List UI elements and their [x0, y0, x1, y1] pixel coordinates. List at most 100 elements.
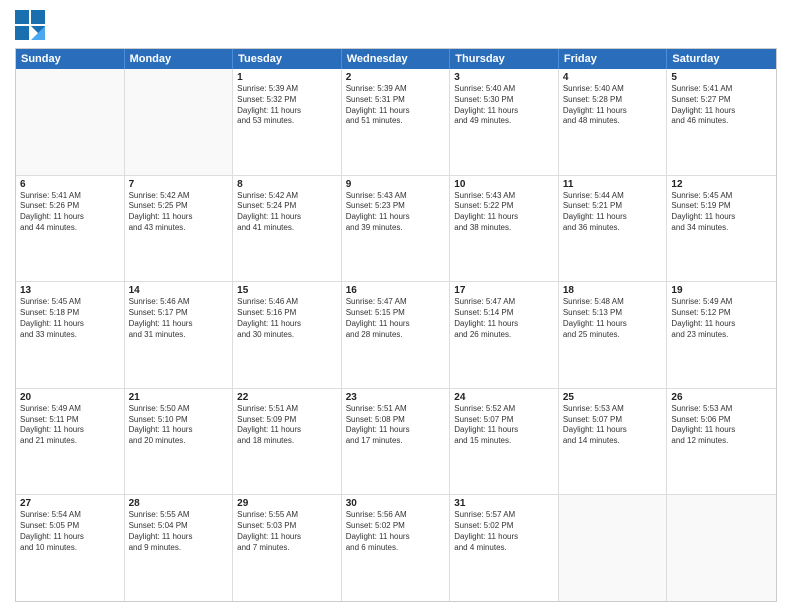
day-number: 20 — [20, 392, 120, 403]
cell-line: Daylight: 11 hours — [563, 106, 663, 117]
cell-line: and 23 minutes. — [671, 330, 772, 341]
cell-line: Daylight: 11 hours — [237, 212, 337, 223]
cell-line: Sunrise: 5:44 AM — [563, 191, 663, 202]
cell-line: Sunrise: 5:50 AM — [129, 404, 229, 415]
table-cell — [125, 69, 234, 175]
day-number: 15 — [237, 285, 337, 296]
cell-line: Daylight: 11 hours — [20, 319, 120, 330]
cell-line: Daylight: 11 hours — [454, 425, 554, 436]
cell-line: Sunset: 5:18 PM — [20, 308, 120, 319]
cell-line: and 36 minutes. — [563, 223, 663, 234]
table-cell: 31Sunrise: 5:57 AMSunset: 5:02 PMDayligh… — [450, 495, 559, 601]
table-cell: 27Sunrise: 5:54 AMSunset: 5:05 PMDayligh… — [16, 495, 125, 601]
cell-line: Sunset: 5:03 PM — [237, 521, 337, 532]
logo — [15, 10, 51, 42]
cell-line: and 14 minutes. — [563, 436, 663, 447]
cell-line: and 7 minutes. — [237, 543, 337, 554]
table-cell: 21Sunrise: 5:50 AMSunset: 5:10 PMDayligh… — [125, 389, 234, 495]
table-cell: 10Sunrise: 5:43 AMSunset: 5:22 PMDayligh… — [450, 176, 559, 282]
day-number: 9 — [346, 179, 446, 190]
cell-line: and 25 minutes. — [563, 330, 663, 341]
day-number: 13 — [20, 285, 120, 296]
cell-line: and 41 minutes. — [237, 223, 337, 234]
table-cell: 22Sunrise: 5:51 AMSunset: 5:09 PMDayligh… — [233, 389, 342, 495]
cell-line: Sunset: 5:13 PM — [563, 308, 663, 319]
day-number: 29 — [237, 498, 337, 509]
cell-line: and 39 minutes. — [346, 223, 446, 234]
table-row: 20Sunrise: 5:49 AMSunset: 5:11 PM Dayligh… — [16, 389, 776, 496]
cell-line: Sunrise: 5:52 AM — [454, 404, 554, 415]
cell-line: Sunrise: 5:51 AM — [346, 404, 446, 415]
cell-line: Daylight: 11 hours — [563, 319, 663, 330]
day-number: 26 — [671, 392, 772, 403]
cell-line: and 48 minutes. — [563, 116, 663, 127]
table-cell: 3Sunrise: 5:40 AMSunset: 5:30 PMDaylight… — [450, 69, 559, 175]
table-row: 6Sunrise: 5:41 AMSunset: 5:26 PMDaylight… — [16, 176, 776, 283]
cell-line: Sunrise: 5:40 AM — [454, 84, 554, 95]
cell-line: Sunrise: 5:56 AM — [346, 510, 446, 521]
cell-line: Sunset: 5:24 PM — [237, 201, 337, 212]
cell-line: Daylight: 11 hours — [671, 425, 772, 436]
cell-line: Sunset: 5:30 PM — [454, 95, 554, 106]
cell-line: and 51 minutes. — [346, 116, 446, 127]
day-number: 12 — [671, 179, 772, 190]
day-number: 24 — [454, 392, 554, 403]
cell-line: and 17 minutes. — [346, 436, 446, 447]
cell-line: Daylight: 11 hours — [237, 532, 337, 543]
cell-line: Daylight: 11 hours — [454, 106, 554, 117]
cell-line: and 44 minutes. — [20, 223, 120, 234]
cell-line: Sunrise: 5:46 AM — [237, 297, 337, 308]
table-cell — [16, 69, 125, 175]
cell-line: Daylight: 11 hours — [671, 212, 772, 223]
cell-line: Sunset: 5:07 PM — [454, 415, 554, 426]
cell-line: and 28 minutes. — [346, 330, 446, 341]
calendar-body: 1Sunrise: 5:39 AMSunset: 5:32 PMDaylight… — [16, 69, 776, 601]
page: SundayMondayTuesdayWednesdayThursdayFrid… — [0, 0, 792, 612]
cell-line: Sunrise: 5:51 AM — [237, 404, 337, 415]
cell-line: Sunset: 5:14 PM — [454, 308, 554, 319]
table-cell: 4Sunrise: 5:40 AMSunset: 5:28 PMDaylight… — [559, 69, 668, 175]
cell-line: Sunrise: 5:55 AM — [237, 510, 337, 521]
cell-line: and 53 minutes. — [237, 116, 337, 127]
day-number: 10 — [454, 179, 554, 190]
cell-line: Daylight: 11 hours — [237, 425, 337, 436]
cell-line: Sunset: 5:23 PM — [346, 201, 446, 212]
cell-line: and 6 minutes. — [346, 543, 446, 554]
day-number: 30 — [346, 498, 446, 509]
cell-line: Daylight: 11 hours — [20, 532, 120, 543]
header — [15, 10, 777, 42]
cell-line: Sunset: 5:11 PM — [20, 415, 120, 426]
day-number: 6 — [20, 179, 120, 190]
cell-line: Daylight: 11 hours — [237, 106, 337, 117]
calendar-header-cell: Wednesday — [342, 49, 451, 69]
cell-line: Sunset: 5:25 PM — [129, 201, 229, 212]
cell-line: Sunset: 5:04 PM — [129, 521, 229, 532]
table-cell: 26Sunrise: 5:53 AMSunset: 5:06 PMDayligh… — [667, 389, 776, 495]
calendar-header-cell: Monday — [125, 49, 234, 69]
cell-line: Sunset: 5:09 PM — [237, 415, 337, 426]
cell-line: Daylight: 11 hours — [563, 212, 663, 223]
cell-line: Daylight: 11 hours — [346, 212, 446, 223]
cell-line: Daylight: 11 hours — [454, 212, 554, 223]
day-number: 16 — [346, 285, 446, 296]
day-number: 14 — [129, 285, 229, 296]
cell-line: Daylight: 11 hours — [346, 319, 446, 330]
cell-line: and 12 minutes. — [671, 436, 772, 447]
cell-line: Sunrise: 5:49 AM — [20, 404, 120, 415]
cell-line: and 26 minutes. — [454, 330, 554, 341]
table-cell: 19Sunrise: 5:49 AMSunset: 5:12 PMDayligh… — [667, 282, 776, 388]
table-row: 1Sunrise: 5:39 AMSunset: 5:32 PMDaylight… — [16, 69, 776, 176]
cell-line: Daylight: 11 hours — [671, 319, 772, 330]
table-cell: 1Sunrise: 5:39 AMSunset: 5:32 PMDaylight… — [233, 69, 342, 175]
cell-line: Daylight: 11 hours — [129, 212, 229, 223]
cell-line: Sunset: 5:32 PM — [237, 95, 337, 106]
cell-line: Daylight: 11 hours — [671, 106, 772, 117]
table-cell: 20Sunrise: 5:49 AMSunset: 5:11 PMDayligh… — [16, 389, 125, 495]
cell-line: Daylight: 11 hours — [454, 319, 554, 330]
cell-line: Daylight: 11 hours — [346, 532, 446, 543]
cell-line: Sunrise: 5:39 AM — [237, 84, 337, 95]
cell-line: and 18 minutes. — [237, 436, 337, 447]
cell-line: and 15 minutes. — [454, 436, 554, 447]
cell-line: Sunset: 5:21 PM — [563, 201, 663, 212]
cell-line: Sunrise: 5:40 AM — [563, 84, 663, 95]
